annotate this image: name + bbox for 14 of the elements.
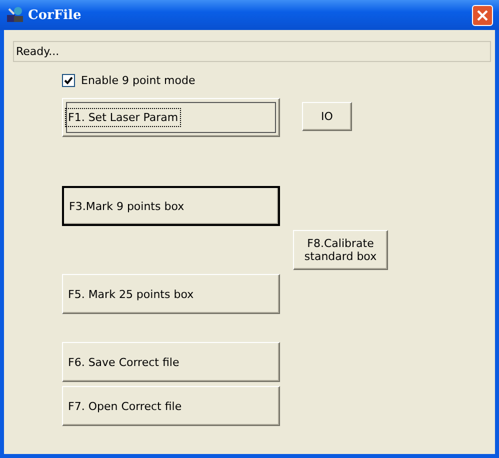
action-button[interactable]: IO bbox=[302, 102, 352, 131]
action-button[interactable]: F8.Calibrate standard box bbox=[293, 230, 388, 270]
action-button[interactable]: F1. Set Laser Param bbox=[62, 98, 280, 137]
window-title: CorFile bbox=[28, 8, 82, 22]
action-button[interactable]: F5. Mark 25 points box bbox=[62, 274, 280, 314]
checkbox-label: Enable 9 point mode bbox=[81, 74, 196, 86]
app-icon bbox=[6, 6, 24, 24]
close-icon bbox=[477, 10, 488, 20]
checkbox[interactable] bbox=[62, 74, 75, 86]
close-button[interactable] bbox=[472, 4, 493, 26]
action-button[interactable]: F6. Save Correct file bbox=[62, 342, 280, 382]
action-button[interactable]: F3.Mark 9 points box bbox=[62, 186, 280, 226]
status-field[interactable]: Ready... bbox=[13, 41, 491, 62]
action-button[interactable]: F7. Open Correct file bbox=[62, 386, 280, 426]
